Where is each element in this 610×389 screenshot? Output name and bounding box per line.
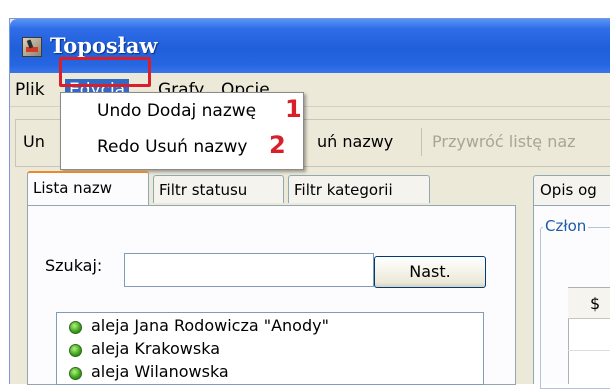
status-dot-icon: [69, 367, 82, 380]
search-input[interactable]: [124, 253, 374, 287]
window-title: Toposław: [50, 33, 158, 58]
tab-lista-nazw[interactable]: Lista nazw: [27, 171, 149, 205]
redo-menu-item[interactable]: Redo Usuń nazwy: [97, 137, 247, 157]
table-header: [568, 288, 610, 319]
tab-filtr-kategorii[interactable]: Filtr kategorii: [288, 175, 430, 203]
menu-plik[interactable]: Plik: [15, 79, 45, 101]
title-bar[interactable]: Toposław: [10, 19, 610, 73]
list-item-label: aleja Jana Rodowicza "Anody": [91, 316, 329, 335]
list-item-label: aleja Krakowska: [91, 339, 220, 358]
next-button[interactable]: Nast.: [374, 256, 486, 288]
group-title: Człon: [543, 217, 589, 235]
annotation-number-1: 1: [285, 95, 302, 123]
tab-filtr-statusu[interactable]: Filtr statusu: [153, 175, 284, 203]
list-item-label: aleja Wilanowska: [91, 362, 229, 381]
undo-toolbar-button[interactable]: Un: [23, 132, 45, 151]
delete-names-toolbar-button[interactable]: uń nazwy: [317, 132, 393, 151]
edit-menu-dropdown: Undo Dodaj nazwę 1 Redo Usuń nazwy 2: [60, 92, 304, 170]
table-header-cell[interactable]: $: [590, 294, 600, 313]
restore-list-toolbar-button[interactable]: Przywróć listę naz: [432, 132, 576, 151]
toolbar-separator: [421, 128, 422, 156]
app-icon: [22, 37, 42, 57]
undo-menu-item[interactable]: Undo Dodaj nazwę: [97, 101, 256, 121]
tab-opis-ogolny[interactable]: Opis og: [533, 175, 610, 205]
annotation-number-2: 2: [269, 131, 286, 159]
names-list[interactable]: aleja Jana Rodowicza "Anody" aleja Krako…: [56, 312, 484, 385]
status-dot-icon: [69, 344, 82, 357]
search-label: Szukaj:: [45, 256, 103, 275]
table-row-divider: [568, 350, 610, 351]
status-dot-icon: [69, 321, 82, 334]
